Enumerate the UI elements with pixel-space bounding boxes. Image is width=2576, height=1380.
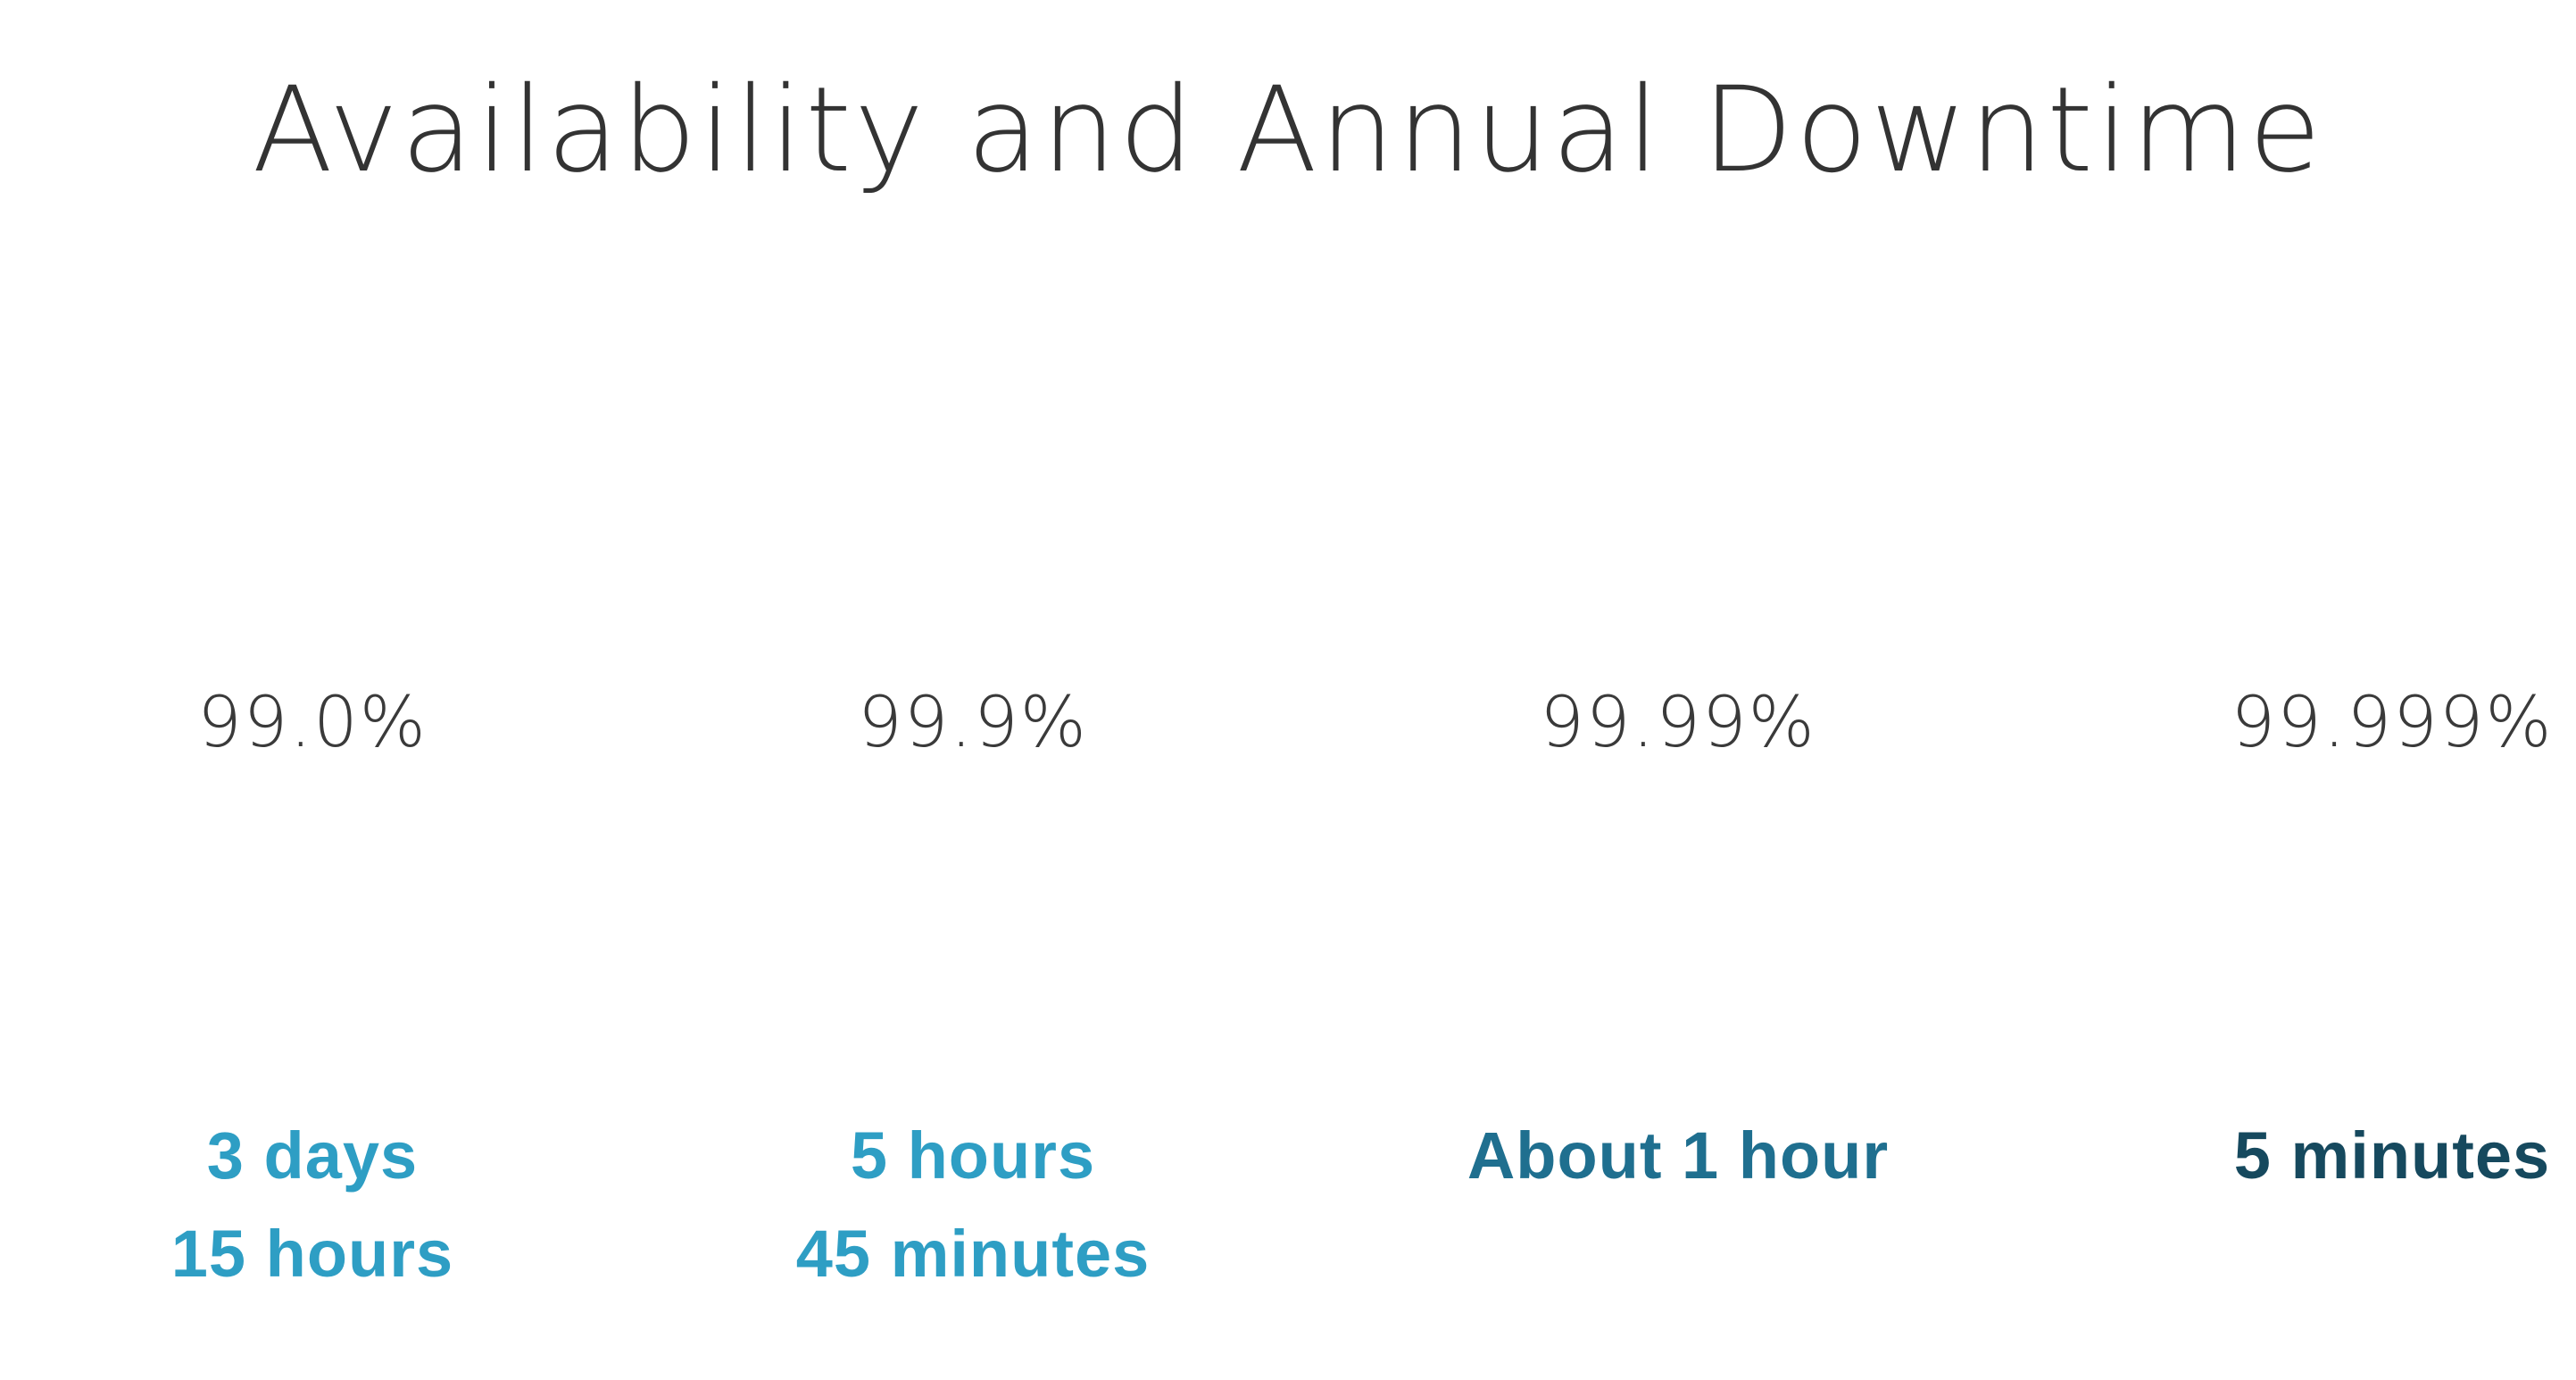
slide: Availability and Annual Downtime 99.0% 3… <box>0 0 2576 1380</box>
availability-value: 99.0% <box>197 683 428 763</box>
tier-column-4: 99.999% 5 minutes <box>2080 0 2576 1380</box>
downtime-line: 3 days <box>206 1118 419 1193</box>
annual-downtime: 5 minutes <box>2080 1107 2576 1205</box>
tier-column-3: 99.99% About 1 hour <box>1366 0 1990 1380</box>
tier-column-2: 99.9% 5 hours 45 minutes <box>661 0 1285 1380</box>
availability-value: 99.99% <box>1540 683 1816 763</box>
availability-value: 99.999% <box>2231 683 2554 763</box>
downtime-line: 5 hours <box>850 1118 1096 1193</box>
downtime-line: 15 hours <box>170 1217 454 1291</box>
downtime-line: 5 minutes <box>2233 1118 2551 1193</box>
downtime-line: 45 minutes <box>795 1217 1151 1291</box>
annual-downtime: 5 hours 45 minutes <box>661 1107 1285 1303</box>
annual-downtime: About 1 hour <box>1366 1107 1990 1205</box>
tier-column-1: 99.0% 3 days 15 hours <box>0 0 625 1380</box>
availability-value: 99.9% <box>858 683 1088 763</box>
annual-downtime: 3 days 15 hours <box>0 1107 625 1303</box>
downtime-line: About 1 hour <box>1467 1118 1890 1193</box>
